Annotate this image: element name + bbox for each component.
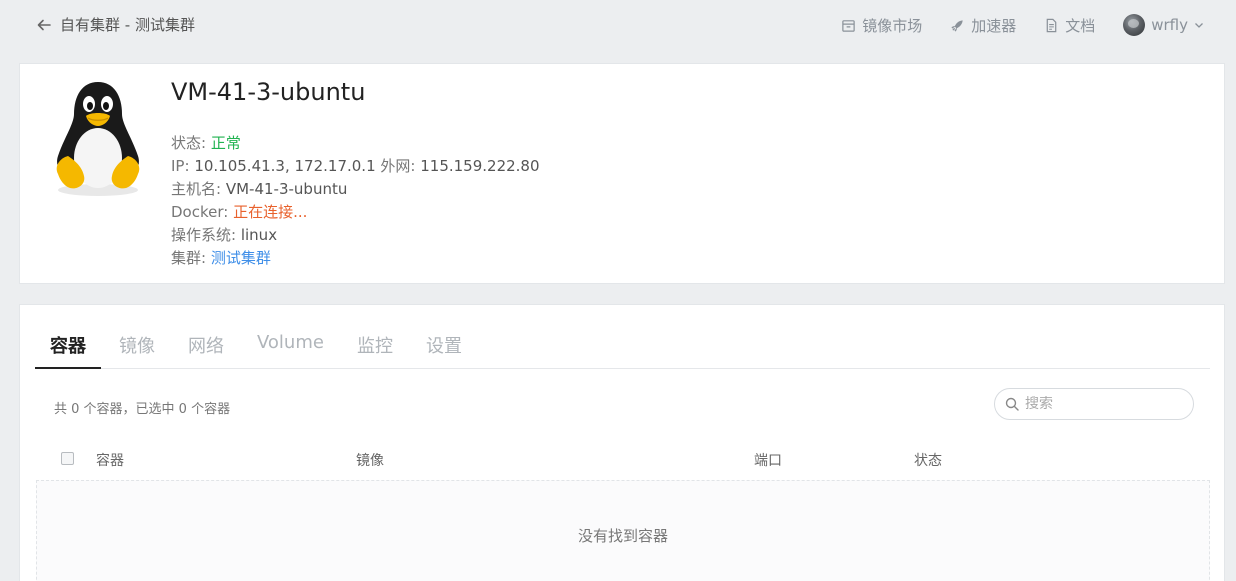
column-image: 镜像 — [356, 453, 384, 469]
arrow-left-icon — [37, 19, 51, 30]
tab-bar: 容器 镜像 网络 Volume 监控 设置 — [35, 323, 1210, 369]
tab-images[interactable]: 镜像 — [104, 323, 170, 369]
ip-label: IP: — [171, 157, 190, 175]
tab-settings[interactable]: 设置 — [411, 323, 477, 369]
nav-docs[interactable]: 文档 — [1044, 15, 1095, 36]
column-port: 端口 — [754, 453, 782, 469]
tab-monitor[interactable]: 监控 — [342, 323, 408, 369]
docker-status: 正在连接... — [233, 203, 308, 221]
search-icon — [1005, 397, 1019, 411]
rocket-icon — [951, 19, 963, 32]
public-ip-label: 外网: — [380, 157, 416, 175]
hostname-value: VM-41-3-ubuntu — [225, 180, 348, 198]
cluster-link[interactable]: 测试集群 — [211, 249, 271, 267]
os-value: linux — [240, 226, 278, 244]
chevron-down-icon — [1195, 23, 1203, 28]
public-ip-value: 115.159.222.80 — [420, 157, 540, 175]
nav-accelerator[interactable]: 加速器 — [950, 15, 1016, 36]
avatar — [1123, 14, 1146, 36]
container-count: 共 0 个容器，已选中 0 个容器 — [54, 402, 231, 417]
search-box — [994, 388, 1194, 420]
ip-value: 10.105.41.3, 172.17.0.1 — [194, 157, 376, 175]
os-label: 操作系统: — [171, 226, 237, 244]
status-row: 状态: 正常 — [171, 132, 540, 155]
top-nav: 镜像市场 加速器 文档 wrfly — [841, 14, 1204, 36]
select-all-checkbox[interactable] — [61, 452, 74, 465]
docker-row: Docker: 正在连接... — [171, 201, 540, 224]
status-label: 状态: — [171, 134, 207, 152]
cluster-row: 集群: 测试集群 — [171, 247, 540, 270]
nav-accelerator-label: 加速器 — [971, 16, 1017, 35]
table-header: 容器 镜像 端口 状态 — [36, 446, 1210, 474]
containers-card: 容器 镜像 网络 Volume 监控 设置 共 0 个容器，已选中 0 个容器 … — [19, 304, 1225, 581]
hostname-label: 主机名: — [171, 180, 222, 198]
document-icon — [1046, 18, 1057, 32]
host-details: 状态: 正常 IP: 10.105.41.3, 172.17.0.1 外网: 1… — [171, 132, 540, 270]
column-container: 容器 — [96, 453, 124, 469]
search-input[interactable] — [1025, 396, 1175, 412]
username: wrfly — [1151, 16, 1188, 34]
host-info-card: VM-41-3-ubuntu 状态: 正常 IP: 10.105.41.3, 1… — [19, 63, 1225, 284]
nav-image-market-label: 镜像市场 — [862, 16, 923, 35]
host-title: VM-41-3-ubuntu — [171, 78, 366, 106]
cluster-label: 集群: — [171, 249, 207, 267]
docker-label: Docker: — [171, 203, 229, 221]
nav-image-market[interactable]: 镜像市场 — [841, 15, 922, 36]
tab-containers[interactable]: 容器 — [35, 323, 101, 369]
top-bar: 自有集群 - 测试集群 镜像市场 加速器 文档 wrfly — [0, 0, 1236, 56]
empty-state: 没有找到容器 — [36, 480, 1210, 581]
breadcrumb: 自有集群 - 测试集群 — [60, 16, 195, 34]
nav-docs-label: 文档 — [1065, 16, 1096, 35]
column-status: 状态 — [914, 453, 942, 469]
os-row: 操作系统: linux — [171, 224, 540, 247]
tab-networks[interactable]: 网络 — [173, 323, 239, 369]
empty-message: 没有找到容器 — [577, 526, 668, 545]
user-menu[interactable]: wrfly — [1123, 14, 1204, 36]
hostname-row: 主机名: VM-41-3-ubuntu — [171, 178, 540, 201]
store-icon — [842, 19, 855, 32]
linux-tux-icon — [56, 82, 140, 196]
tab-volume[interactable]: Volume — [242, 323, 339, 369]
ip-row: IP: 10.105.41.3, 172.17.0.1 外网: 115.159.… — [171, 155, 540, 178]
status-value: 正常 — [210, 134, 241, 152]
back-link[interactable]: 自有集群 - 测试集群 — [36, 14, 195, 35]
